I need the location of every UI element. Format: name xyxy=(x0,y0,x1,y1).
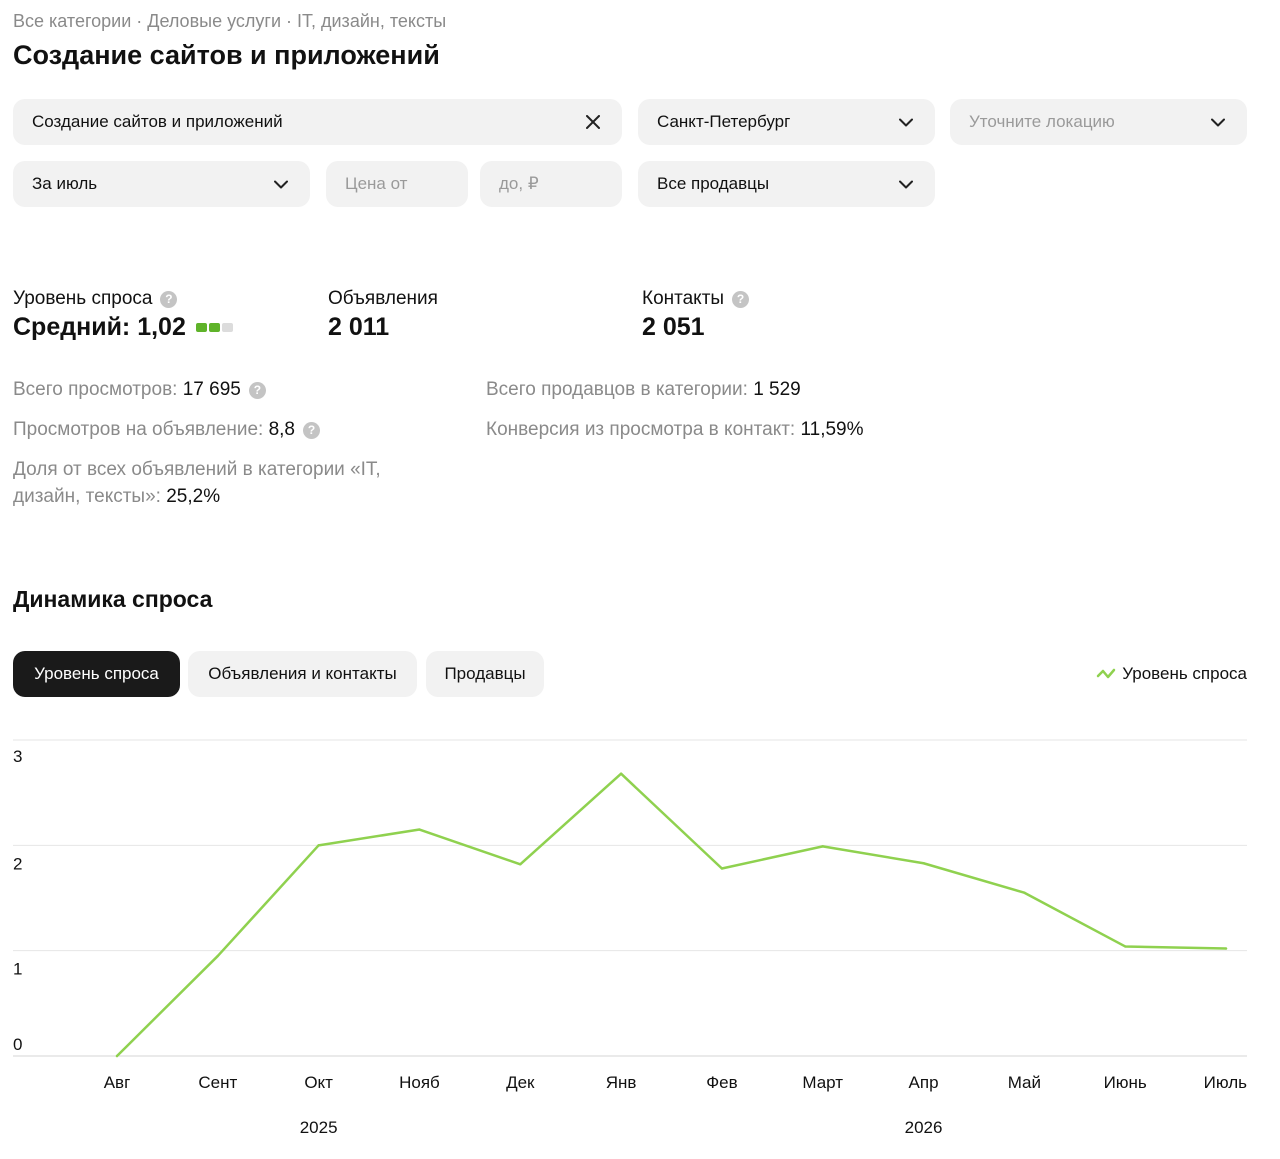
total-sellers-value: 1 529 xyxy=(753,379,801,400)
period-select[interactable]: За июль xyxy=(13,161,310,207)
legend-line-icon xyxy=(1096,668,1116,679)
demand-value: Средний: 1,02 xyxy=(13,313,233,342)
sellers-select[interactable]: Все продавцы xyxy=(638,161,935,207)
year-label: 2026 xyxy=(905,1118,943,1137)
y-tick-label: 0 xyxy=(13,1035,22,1054)
views-per-ad-label: Просмотров на объявление: xyxy=(13,419,264,440)
x-tick-label: Июнь xyxy=(1104,1073,1147,1092)
sellers-select-value: Все продавцы xyxy=(657,174,770,193)
x-tick-label: Окт xyxy=(304,1073,333,1092)
tab-demand-level-label: Уровень спроса xyxy=(34,664,159,683)
price-from-placeholder: Цена от xyxy=(345,174,408,193)
data-point xyxy=(216,954,220,958)
y-tick-label: 3 xyxy=(13,747,22,766)
contacts-label-text: Контакты xyxy=(642,288,725,309)
price-from-input[interactable]: Цена от xyxy=(326,161,468,207)
chart-legend: Уровень спроса xyxy=(1096,664,1247,684)
ads-label: Объявления xyxy=(328,288,438,310)
data-point xyxy=(922,862,925,865)
x-tick-label: Июль xyxy=(1204,1073,1248,1092)
chevron-down-icon xyxy=(896,112,916,132)
demand-chart: 0 1 2 3 Авг Сент Окт Нояб Дек Янв Фев Март Апр Май Июн… xyxy=(13,739,1248,1137)
x-tick-label: Дек xyxy=(506,1073,535,1092)
question-icon[interactable]: ? xyxy=(732,290,750,308)
ads-label-text: Объявления xyxy=(328,288,438,309)
x-tick-label: Май xyxy=(1008,1073,1041,1092)
demand-level-dot-3 xyxy=(221,323,233,332)
demand-level-dot-1 xyxy=(195,323,207,332)
conversion-value: 11,59% xyxy=(800,419,864,440)
price-to-input[interactable]: до, ₽ xyxy=(480,161,622,207)
demand-level-dot-2 xyxy=(208,323,220,332)
tab-demand-level[interactable]: Уровень спроса xyxy=(13,651,180,697)
question-icon[interactable]: ? xyxy=(160,290,178,308)
total-sellers-label: Всего продавцов в категории: xyxy=(486,379,748,400)
data-point xyxy=(821,845,824,848)
chevron-down-icon xyxy=(271,174,291,194)
share-stat: Доля от всех объявлений в категории «IT,… xyxy=(13,456,433,510)
data-point xyxy=(720,867,724,870)
demand-value-text: Средний: 1,02 xyxy=(13,313,186,341)
location-select[interactable]: Уточните локацию xyxy=(950,99,1247,145)
category-filter[interactable]: Создание сайтов и приложений xyxy=(13,99,622,145)
question-icon[interactable]: ? xyxy=(248,381,266,399)
ads-value: 2 011 xyxy=(328,313,390,341)
data-point xyxy=(418,828,421,831)
contacts-value: 2 051 xyxy=(642,313,705,341)
share-value: 25,2% xyxy=(166,486,221,507)
chevron-down-icon xyxy=(896,174,916,194)
tab-ads-contacts[interactable]: Объявления и контакты xyxy=(188,651,417,697)
chevron-down-icon xyxy=(1208,112,1228,132)
location-select-placeholder: Уточните локацию xyxy=(969,112,1115,131)
close-icon[interactable] xyxy=(583,112,603,132)
price-to-placeholder: до, ₽ xyxy=(499,174,539,193)
demand-level-indicator xyxy=(195,323,233,332)
x-tick-label: Сент xyxy=(198,1073,237,1092)
tab-sellers[interactable]: Продавцы xyxy=(426,651,544,697)
breadcrumb[interactable]: Все категории · Деловые услуги · IT, диз… xyxy=(13,11,446,32)
category-filter-value: Создание сайтов и приложений xyxy=(32,112,283,131)
y-tick-label: 2 xyxy=(13,854,22,873)
data-point xyxy=(619,772,623,775)
conversion-stat: Конверсия из просмотра в контакт: 11,59% xyxy=(486,419,864,441)
total-sellers-stat: Всего продавцов в категории: 1 529 xyxy=(486,379,801,401)
dynamics-title: Динамика спроса xyxy=(13,586,213,612)
page-title: Создание сайтов и приложений xyxy=(13,40,440,70)
x-tick-label: Фев xyxy=(706,1073,737,1092)
data-point xyxy=(115,1054,119,1058)
tab-ads-contacts-label: Объявления и контакты xyxy=(208,664,397,683)
series-line xyxy=(115,772,1228,1058)
data-point xyxy=(1224,947,1228,950)
views-per-ad-stat: Просмотров на объявление: 8,8 ? xyxy=(13,419,320,441)
tab-sellers-label: Продавцы xyxy=(444,664,526,683)
question-icon[interactable]: ? xyxy=(303,421,320,439)
x-tick-label: Янв xyxy=(606,1073,637,1092)
x-tick-label: Апр xyxy=(909,1073,939,1092)
city-select-value: Санкт-Петербург xyxy=(657,112,791,131)
year-label: 2025 xyxy=(300,1118,338,1137)
views-per-ad-value: 8,8 xyxy=(268,419,295,440)
x-tick-label: Март xyxy=(802,1073,843,1092)
y-tick-label: 1 xyxy=(13,960,22,979)
period-select-value: За июль xyxy=(32,174,98,193)
total-views-stat: Всего просмотров: 17 695 ? xyxy=(13,379,266,401)
data-point xyxy=(1023,891,1026,894)
demand-label: Уровень спроса ? xyxy=(13,288,178,310)
data-point xyxy=(317,844,320,847)
total-views-label: Всего просмотров: xyxy=(13,379,178,400)
conversion-label: Конверсия из просмотра в контакт: xyxy=(486,419,796,440)
x-tick-label: Авг xyxy=(104,1073,131,1092)
legend-label: Уровень спроса xyxy=(1122,664,1247,683)
total-views-value: 17 695 xyxy=(182,379,241,400)
demand-label-text: Уровень спроса xyxy=(13,288,153,309)
data-point xyxy=(519,863,522,866)
contacts-label: Контакты ? xyxy=(642,288,750,310)
data-point xyxy=(1123,945,1127,948)
city-select[interactable]: Санкт-Петербург xyxy=(638,99,935,145)
x-tick-label: Нояб xyxy=(399,1073,440,1092)
